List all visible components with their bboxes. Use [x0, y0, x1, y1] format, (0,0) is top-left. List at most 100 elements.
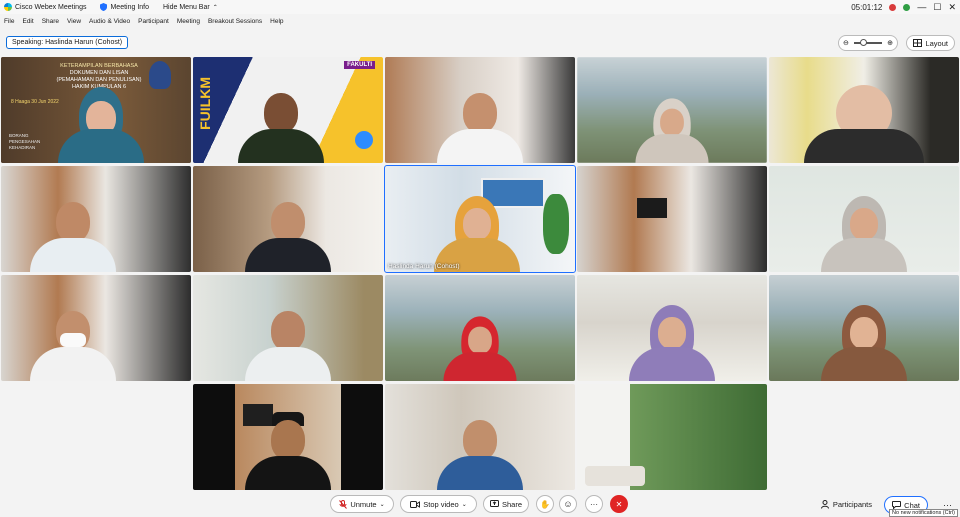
participant-figure — [634, 97, 711, 163]
participants-label: Participants — [832, 500, 872, 509]
video-tile-6[interactable] — [1, 166, 191, 272]
video-tile-5[interactable] — [769, 57, 959, 163]
participant-figure — [804, 85, 924, 163]
participant-figure — [627, 303, 717, 381]
meeting-clock: 05:01:12 — [851, 2, 883, 12]
share-label: Share — [501, 499, 522, 509]
share-screen-icon — [489, 500, 499, 508]
zoom-slider-knob[interactable] — [860, 39, 867, 46]
meeting-controls: Unmute ⌄ Stop video ⌄ Share ✋ ☺ ··· ✕ — [0, 495, 960, 515]
smiley-icon: ☺ — [563, 499, 573, 509]
title-bar: Cisco Webex Meetings Meeting Info Hide M… — [0, 0, 960, 14]
zoom-out-icon[interactable]: ⊖ — [843, 39, 849, 47]
muted-mic-icon — [339, 499, 348, 509]
meeting-info-button[interactable]: Meeting Info — [100, 3, 149, 11]
meeting-info-label: Meeting Info — [110, 3, 149, 11]
participant-figure — [435, 412, 525, 490]
video-tile-18[interactable] — [577, 384, 767, 490]
chevron-down-icon[interactable]: ⌄ — [462, 501, 467, 508]
hide-menu-bar-button[interactable]: Hide Menu Bar ⌃ — [163, 4, 218, 11]
poster-photo — [149, 61, 171, 89]
more-dots-icon: ··· — [590, 499, 598, 509]
menu-edit[interactable]: Edit — [22, 18, 33, 25]
close-x-icon: ✕ — [615, 499, 623, 509]
sofa — [585, 466, 645, 486]
layout-label: Layout — [925, 38, 948, 48]
stop-video-label: Stop video — [423, 499, 459, 509]
share-button[interactable]: Share — [483, 495, 529, 513]
layout-button[interactable]: Layout — [906, 35, 955, 51]
more-options-button[interactable]: ··· — [585, 495, 603, 513]
info-shield-icon — [100, 3, 108, 11]
participant-figure — [442, 315, 519, 381]
unmute-button[interactable]: Unmute ⌄ — [330, 495, 394, 513]
speaker-name-label: Haslinda Harun (Cohost) — [388, 263, 460, 270]
poster-line-8: KEHADIRAN — [9, 145, 36, 150]
wall-tv — [637, 198, 667, 218]
reactions-button[interactable]: ☺ — [559, 495, 577, 513]
unmute-label: Unmute — [350, 499, 377, 509]
participant-figure — [435, 85, 525, 163]
participant-figure — [432, 194, 522, 272]
poster-form-text: BORANG PENGESAHAN KEHADIRAN — [9, 133, 40, 151]
layout-grid-icon — [913, 39, 923, 47]
video-tile-3[interactable] — [385, 57, 575, 163]
video-tile-7[interactable] — [193, 166, 383, 272]
zoom-slider[interactable] — [854, 39, 882, 46]
menu-audio-video[interactable]: Audio & Video — [89, 18, 130, 25]
participant-figure — [243, 194, 333, 272]
video-tile-16[interactable] — [193, 384, 383, 490]
hand-icon: ✋ — [540, 499, 550, 509]
titlebar-right: 05:01:12 — ☐ ✕ — [851, 0, 956, 14]
hide-menu-bar-label: Hide Menu Bar — [163, 3, 210, 11]
zoom-logo-icon — [355, 131, 373, 149]
video-tile-active-speaker[interactable]: Haslinda Harun (Cohost) — [384, 165, 576, 273]
video-tile-10[interactable] — [769, 166, 959, 272]
zoom-in-icon[interactable]: ⊕ — [887, 39, 893, 47]
menu-share[interactable]: Share — [42, 18, 59, 25]
participant-figure — [819, 303, 909, 381]
shield-status-icon[interactable] — [903, 3, 911, 11]
menu-view[interactable]: View — [67, 18, 81, 25]
menu-help[interactable]: Help — [270, 18, 283, 25]
participant-figure — [243, 412, 333, 490]
participant-figure — [243, 303, 333, 381]
video-tile-11[interactable] — [1, 275, 191, 381]
menu-bar: File Edit Share View Audio & Video Parti… — [0, 15, 292, 28]
video-tile-13[interactable] — [385, 275, 575, 381]
video-tile-4[interactable] — [577, 57, 767, 163]
participant-figure — [28, 303, 118, 381]
video-tile-15[interactable] — [769, 275, 959, 381]
video-tile-9[interactable] — [577, 166, 767, 272]
chevron-down-icon[interactable]: ⌄ — [380, 501, 385, 508]
stop-video-button[interactable]: Stop video ⌄ — [400, 495, 477, 513]
person-icon — [820, 500, 830, 509]
webex-logo-icon — [4, 3, 12, 11]
menu-meeting[interactable]: Meeting — [177, 18, 200, 25]
plant — [543, 194, 569, 254]
close-icon[interactable]: ✕ — [948, 2, 956, 12]
recording-icon — [889, 3, 897, 11]
active-speaker-indicator: Speaking: Haslinda Harun (Cohost) — [6, 36, 129, 49]
video-zoom-control[interactable]: ⊖ ⊕ — [838, 35, 898, 51]
raise-hand-button[interactable]: ✋ — [536, 495, 554, 513]
slide-faculty-badge: FAKULTI — [344, 61, 375, 69]
maximize-icon[interactable]: ☐ — [933, 2, 941, 12]
menu-file[interactable]: File — [4, 18, 14, 25]
participant-figure — [819, 194, 909, 272]
poster-date: 8 Haaga 30 Jun 2022 — [11, 99, 59, 105]
participant-figure — [56, 85, 146, 163]
video-tile-poster[interactable]: KETERAMPILAN BERBAHASA DOKUMEN DAN LISAN… — [1, 57, 191, 163]
face-mask — [60, 333, 86, 347]
video-tile-2[interactable]: FUILKM FAKULTI — [193, 57, 383, 163]
menu-participant[interactable]: Participant — [138, 18, 169, 25]
video-camera-icon — [410, 500, 421, 508]
video-tile-14[interactable] — [577, 275, 767, 381]
app-title: Cisco Webex Meetings — [15, 3, 87, 11]
participants-button[interactable]: Participants — [820, 500, 872, 509]
video-tile-12[interactable] — [193, 275, 383, 381]
minimize-icon[interactable]: — — [917, 2, 926, 12]
video-tile-17[interactable] — [385, 384, 575, 490]
leave-meeting-button[interactable]: ✕ — [610, 495, 628, 513]
menu-breakout-sessions[interactable]: Breakout Sessions — [208, 18, 262, 25]
